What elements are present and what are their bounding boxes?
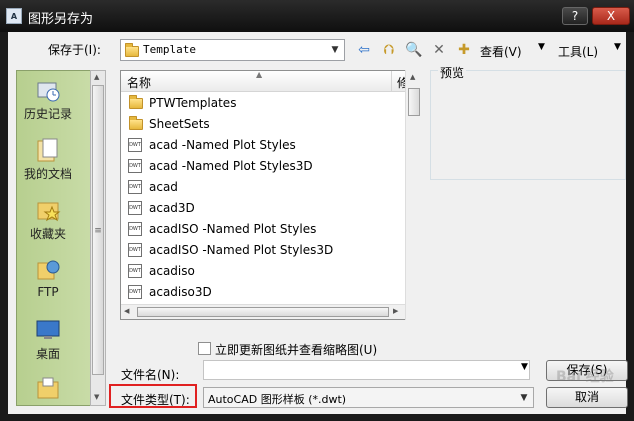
scroll-thumb[interactable] (137, 307, 389, 317)
file-name: acadISO -Named Plot Styles (149, 222, 317, 236)
ftp-icon (37, 260, 60, 280)
folder-icon (125, 43, 139, 57)
views-menu[interactable]: 查看(V) (480, 43, 522, 60)
file-name: SheetSets (149, 117, 210, 131)
file-name: acadiso (149, 264, 195, 278)
file-row[interactable]: DWTacad -Named Plot Styles3D2 (127, 156, 406, 177)
dwt-file-icon: DWT (128, 222, 142, 236)
filename-input[interactable] (203, 360, 530, 380)
close-button[interactable]: X (592, 7, 630, 25)
location-dropdown[interactable]: Template ▼ (120, 39, 345, 61)
dwt-file-icon: DWT (128, 159, 142, 173)
scroll-thumb[interactable]: ≡ (92, 85, 104, 375)
scroll-left-icon[interactable]: ◀ (124, 307, 129, 315)
file-row[interactable]: DWTacadiso3D2 (127, 282, 406, 303)
tools-menu[interactable]: 工具(L) (558, 43, 598, 60)
back-arrow-icon[interactable]: ⇦ (355, 41, 373, 59)
folder-icon (129, 95, 143, 109)
watermark: Bai 经验 (556, 369, 614, 385)
save-in-label: 保存于(I): (48, 43, 101, 57)
dwt-file-icon: DWT (128, 243, 142, 257)
file-row[interactable]: DWTacadISO -Named Plot Styles2 (127, 219, 406, 240)
place-ftp[interactable]: FTP (17, 257, 79, 299)
file-row[interactable]: DWTacad3D2 (127, 198, 406, 219)
dwt-file-icon: DWT (128, 285, 142, 299)
file-row[interactable]: SheetSets2 (127, 114, 406, 135)
chevron-down-icon[interactable]: ▼ (328, 42, 342, 58)
new-folder-icon[interactable]: ✚ (455, 41, 473, 59)
place-label: FTP (37, 285, 59, 299)
file-name: acad (149, 180, 178, 194)
list-header: 名称 ▲ 修 (121, 71, 406, 92)
history-icon (37, 82, 60, 102)
file-row[interactable]: DWTacad2 (127, 177, 406, 198)
scroll-up-icon[interactable]: ▲ (94, 73, 99, 81)
places-scrollbar[interactable]: ▲ ≡ ▼ (90, 70, 106, 406)
preview-box (430, 70, 626, 180)
title-bar: A 图形另存为 ? X (0, 0, 634, 32)
documents-icon (37, 138, 58, 162)
file-list-hscrollbar[interactable]: ◀ ▶ (121, 304, 405, 319)
place-folder[interactable] (17, 375, 79, 403)
sort-arrow-icon: ▲ (256, 70, 263, 79)
file-row[interactable]: DWTacadISO -Named Plot Styles3D2 (127, 240, 406, 261)
views-chevron-icon[interactable]: ▼ (538, 42, 545, 52)
scroll-right-icon[interactable]: ▶ (393, 307, 398, 315)
file-name: acad -Named Plot Styles (149, 138, 296, 152)
tools-chevron-icon[interactable]: ▼ (614, 42, 621, 52)
folder-icon (37, 377, 59, 399)
file-list[interactable]: 名称 ▲ 修 PTWTemplates2SheetSets2 DWT acad -N… (120, 70, 407, 320)
file-row[interactable]: DWTacad -Named Plot Styles2 (127, 135, 406, 156)
filename-chevron-icon[interactable]: ▼ (521, 362, 528, 372)
scroll-down-icon[interactable]: ▼ (94, 393, 99, 401)
chevron-down-icon[interactable]: ▼ (517, 390, 531, 406)
place-label: 历史记录 (23, 107, 72, 121)
cancel-button[interactable]: 取消 (546, 387, 628, 408)
filetype-dropdown[interactable]: AutoCAD 图形样板 (*.dwt) ▼ (203, 387, 534, 408)
place-history[interactable]: 历史记录 (17, 77, 79, 122)
scroll-up-icon[interactable]: ▲ (410, 73, 415, 81)
place-label: 我的文档 (23, 167, 72, 181)
file-row[interactable]: DWTacadiso2 (127, 261, 406, 282)
favorites-icon (37, 202, 61, 222)
file-list-vscrollbar[interactable]: ▲ (405, 70, 422, 320)
window-title: 图形另存为 (28, 12, 94, 27)
search-web-icon[interactable]: 🔍 (405, 41, 423, 59)
place-label: 桌面 (35, 347, 60, 361)
places-bar: 历史记录 我的文档 收藏夹 FTP 桌面 (16, 70, 94, 406)
dwt-file-icon: DWT (128, 201, 142, 215)
file-name: acad3D (149, 201, 195, 215)
file-name: PTWTemplates (149, 96, 237, 110)
autocad-app-icon: A (6, 8, 22, 24)
help-button[interactable]: ? (562, 7, 588, 25)
dwt-file-icon: DWT (128, 180, 142, 194)
file-name: acadISO -Named Plot Styles3D (149, 243, 334, 257)
filetype-value: AutoCAD 图形样板 (*.dwt) (208, 393, 347, 406)
location-value: Template (143, 43, 196, 56)
column-separator[interactable] (391, 71, 392, 91)
file-name: acadiso3D (149, 285, 212, 299)
desktop-icon (36, 320, 60, 339)
filetype-label: 文件类型(T): (121, 393, 190, 407)
delete-icon[interactable]: ✕ (430, 41, 448, 59)
filename-label: 文件名(N): (121, 368, 180, 382)
update-thumbnail-label[interactable]: 立即更新图纸并查看缩略图(U) (215, 341, 377, 358)
up-folder-icon[interactable]: ⮉ (380, 41, 398, 59)
update-thumbnail-checkbox[interactable] (198, 342, 211, 355)
file-row[interactable]: PTWTemplates2 (127, 93, 406, 114)
dialog-body: 保存于(I): Template ▼ ⇦ ⮉ 🔍 ✕ ✚ 查看(V) ▼ 工具(… (8, 32, 628, 414)
column-header-name[interactable]: 名称 (127, 74, 151, 91)
dwt-file-icon: DWT (128, 264, 142, 278)
place-desktop[interactable]: 桌面 (17, 317, 79, 362)
scroll-thumb[interactable] (408, 88, 420, 116)
preview-label: 预览 (438, 64, 467, 81)
file-name: acad -Named Plot Styles3D (149, 159, 313, 173)
place-favorites[interactable]: 收藏夹 (17, 197, 79, 242)
folder-icon (129, 116, 143, 130)
place-documents[interactable]: 我的文档 (17, 137, 79, 182)
dwt-file-icon: DWT (128, 138, 142, 152)
place-label: 收藏夹 (29, 227, 66, 241)
